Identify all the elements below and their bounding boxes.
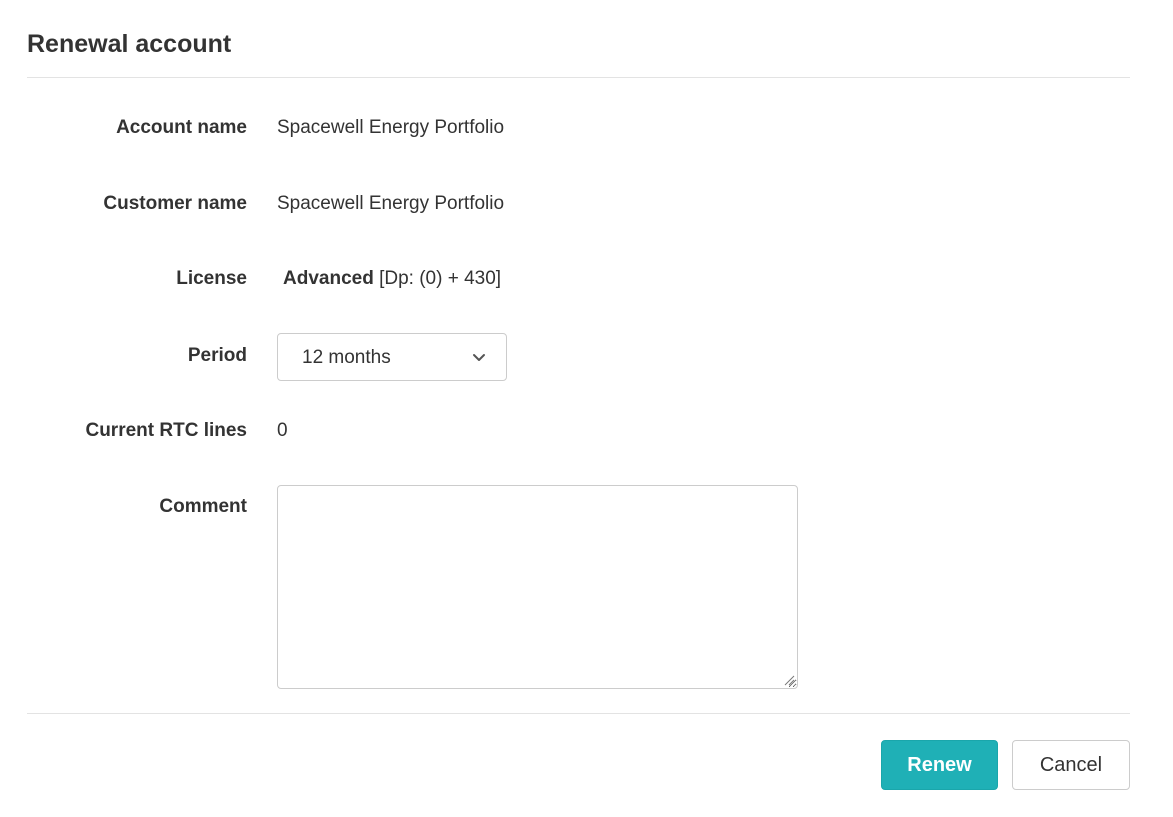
license-label: License	[176, 268, 247, 289]
customer-name-label: Customer name	[103, 193, 247, 214]
current-rtc-lines-value: 0	[277, 420, 288, 441]
header-divider	[27, 77, 1130, 78]
chevron-down-icon	[473, 354, 485, 361]
renew-button[interactable]: Renew	[881, 740, 998, 790]
license-name: Advanced	[283, 268, 374, 289]
comment-textarea[interactable]	[277, 485, 798, 689]
cancel-button[interactable]: Cancel	[1012, 740, 1130, 790]
period-select[interactable]: 12 months	[277, 333, 507, 381]
period-selected-value: 12 months	[302, 347, 391, 368]
resize-grip-icon[interactable]	[783, 674, 795, 686]
period-label: Period	[187, 345, 247, 366]
account-name-value: Spacewell Energy Portfolio	[277, 117, 505, 138]
license-value: Advanced [Dp: (0) + 430]	[283, 267, 501, 291]
footer-divider	[27, 713, 1130, 714]
customer-name-value: Spacewell Energy Portfolio	[277, 193, 505, 214]
comment-label: Comment	[159, 496, 247, 517]
current-rtc-lines-label: Current RTC lines	[85, 420, 247, 441]
dialog-title: Renewal account	[27, 30, 232, 58]
license-detail: [Dp: (0) + 430]	[379, 268, 502, 289]
account-name-label: Account name	[116, 117, 247, 138]
